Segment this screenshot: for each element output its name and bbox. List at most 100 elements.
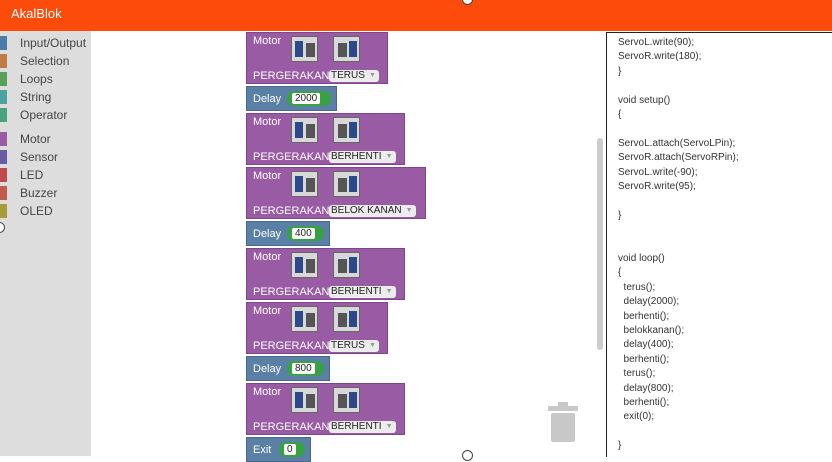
pergerakan-label: PERGERAKAN [253, 421, 330, 433]
toolbox-item-label: Motor [20, 132, 51, 146]
code-line: delay(2000); [618, 296, 680, 308]
number-value: 400 [292, 228, 315, 239]
chevron-down-icon: ▼ [385, 423, 393, 430]
movement-dropdown[interactable]: BERHENTI ▼ [329, 421, 396, 433]
number-value: 800 [292, 363, 315, 374]
motor-label: Motor [253, 35, 282, 47]
code-line: berhenti(); [618, 353, 670, 365]
motor-block[interactable]: Motor PERGERAKAN TERUS ▼ [246, 32, 388, 84]
toolbox-item-operator[interactable]: Operator [0, 107, 91, 125]
exit-label: Exit [253, 444, 272, 456]
delay-label: Delay [253, 363, 282, 375]
code-line: exit(0); [618, 411, 655, 423]
code-line: berhenti(); [618, 310, 670, 322]
toolbox-item-oled[interactable]: OLED [0, 203, 91, 221]
movement-dropdown[interactable]: TERUS ▼ [329, 70, 379, 82]
robot-left-image [291, 387, 318, 413]
robot-left-image [291, 252, 318, 278]
robot-left-image [291, 36, 318, 62]
motor-label: Motor [253, 116, 282, 128]
code-line: delay(400); [618, 339, 674, 351]
code-line: } [618, 209, 622, 221]
number-input[interactable]: 2000 [287, 91, 331, 106]
code-line: belokkanan(); [618, 325, 685, 336]
delay-block[interactable]: Delay 800 [246, 356, 330, 381]
toolbox-item-input-output[interactable]: Input/Output [0, 35, 91, 53]
robot-left-image [291, 117, 318, 143]
movement-dropdown[interactable]: BELOK KANAN ▼ [329, 205, 416, 217]
movement-dropdown[interactable]: TERUS ▼ [329, 340, 379, 352]
category-color-swatch [0, 90, 7, 104]
number-value: 0 [284, 444, 296, 455]
category-color-swatch [0, 36, 7, 50]
movement-value: BERHENTI [331, 286, 382, 297]
toolbox-item-label: Sensor [20, 150, 59, 164]
robot-right-image [333, 36, 360, 62]
movement-value: TERUS [331, 340, 365, 351]
code-preview-panel: ServoL.write(90); ServoR.write(180);} void… [606, 32, 832, 457]
code-line: { [618, 109, 622, 120]
category-color-swatch [0, 108, 7, 122]
robot-right-image [333, 252, 360, 278]
number-input[interactable]: 0 [279, 442, 305, 457]
motor-label: Motor [253, 251, 282, 263]
toolbox-item-label: Selection [20, 54, 70, 68]
top-bar: AkalBlok [0, 0, 832, 31]
motor-block[interactable]: Motor PERGERAKAN BERHENTI ▼ [246, 248, 405, 300]
toolbox-item-label: String [20, 90, 52, 104]
robot-left-image [291, 306, 318, 332]
code-line: ServoR.write(180); [618, 51, 702, 63]
category-color-swatch [0, 168, 7, 182]
robot-right-image [333, 117, 360, 143]
number-input[interactable]: 400 [287, 226, 324, 241]
toolbox-item-label: Loops [20, 72, 53, 86]
number-input[interactable]: 800 [287, 361, 324, 376]
movement-value: BERHENTI [331, 421, 382, 432]
category-color-swatch [0, 72, 7, 86]
motor-block[interactable]: Motor PERGERAKAN BERHENTI ▼ [246, 113, 405, 165]
toolbox-item-selection[interactable]: Selection [0, 53, 91, 71]
toolbox-item-motor[interactable]: Motor [0, 131, 91, 149]
workspace-scrollbar[interactable] [597, 138, 603, 350]
toolbox-item-label: Operator [20, 108, 68, 122]
category-color-swatch [0, 186, 7, 200]
delay-label: Delay [253, 228, 282, 240]
toolbox-item-loops[interactable]: Loops [0, 71, 91, 89]
chevron-down-icon: ▼ [405, 207, 413, 214]
code-line: { [618, 267, 622, 279]
motor-block[interactable]: Motor PERGERAKAN TERUS ▼ [246, 302, 388, 354]
number-value: 2000 [292, 93, 321, 104]
code-line: ServoR.attach(ServoRPin); [618, 152, 739, 164]
toolbox-item-string[interactable]: String [0, 89, 91, 107]
code-line: void loop() [618, 253, 665, 264]
chevron-down-icon: ▼ [368, 342, 376, 349]
movement-dropdown[interactable]: BERHENTI ▼ [329, 286, 396, 298]
delay-block[interactable]: Delay 400 [246, 221, 330, 246]
toolbox-item-led[interactable]: LED [0, 167, 91, 185]
movement-value: BELOK KANAN [331, 205, 402, 216]
movement-dropdown[interactable]: BERHENTI ▼ [329, 151, 396, 163]
category-color-swatch [0, 132, 7, 146]
motor-block[interactable]: Motor PERGERAKAN BERHENTI ▼ [246, 383, 405, 435]
motor-label: Motor [253, 386, 282, 398]
toolbox-item-buzzer[interactable]: Buzzer [0, 185, 91, 203]
app-title: AkalBlok [11, 6, 62, 21]
toolbox-item-label: OLED [20, 204, 53, 218]
delay-label: Delay [253, 93, 282, 105]
chevron-down-icon: ▼ [368, 72, 376, 79]
pergerakan-label: PERGERAKAN [253, 340, 330, 352]
code-line: ServoL.write(90); [618, 37, 695, 48]
robot-right-image [333, 306, 360, 332]
movement-value: TERUS [331, 70, 365, 81]
code-line: } [618, 440, 622, 452]
toolbox-item-label: Input/Output [20, 36, 87, 50]
pergerakan-label: PERGERAKAN [253, 205, 330, 217]
category-color-swatch [0, 204, 7, 218]
trash-icon[interactable] [548, 402, 578, 442]
category-color-swatch [0, 54, 7, 68]
exit-block[interactable]: Exit 0 [246, 437, 311, 462]
motor-block[interactable]: Motor PERGERAKAN BELOK KANAN ▼ [246, 167, 426, 219]
toolbox-item-sensor[interactable]: Sensor [0, 149, 91, 167]
category-color-swatch [0, 150, 7, 164]
delay-block[interactable]: Delay 2000 [246, 86, 337, 111]
